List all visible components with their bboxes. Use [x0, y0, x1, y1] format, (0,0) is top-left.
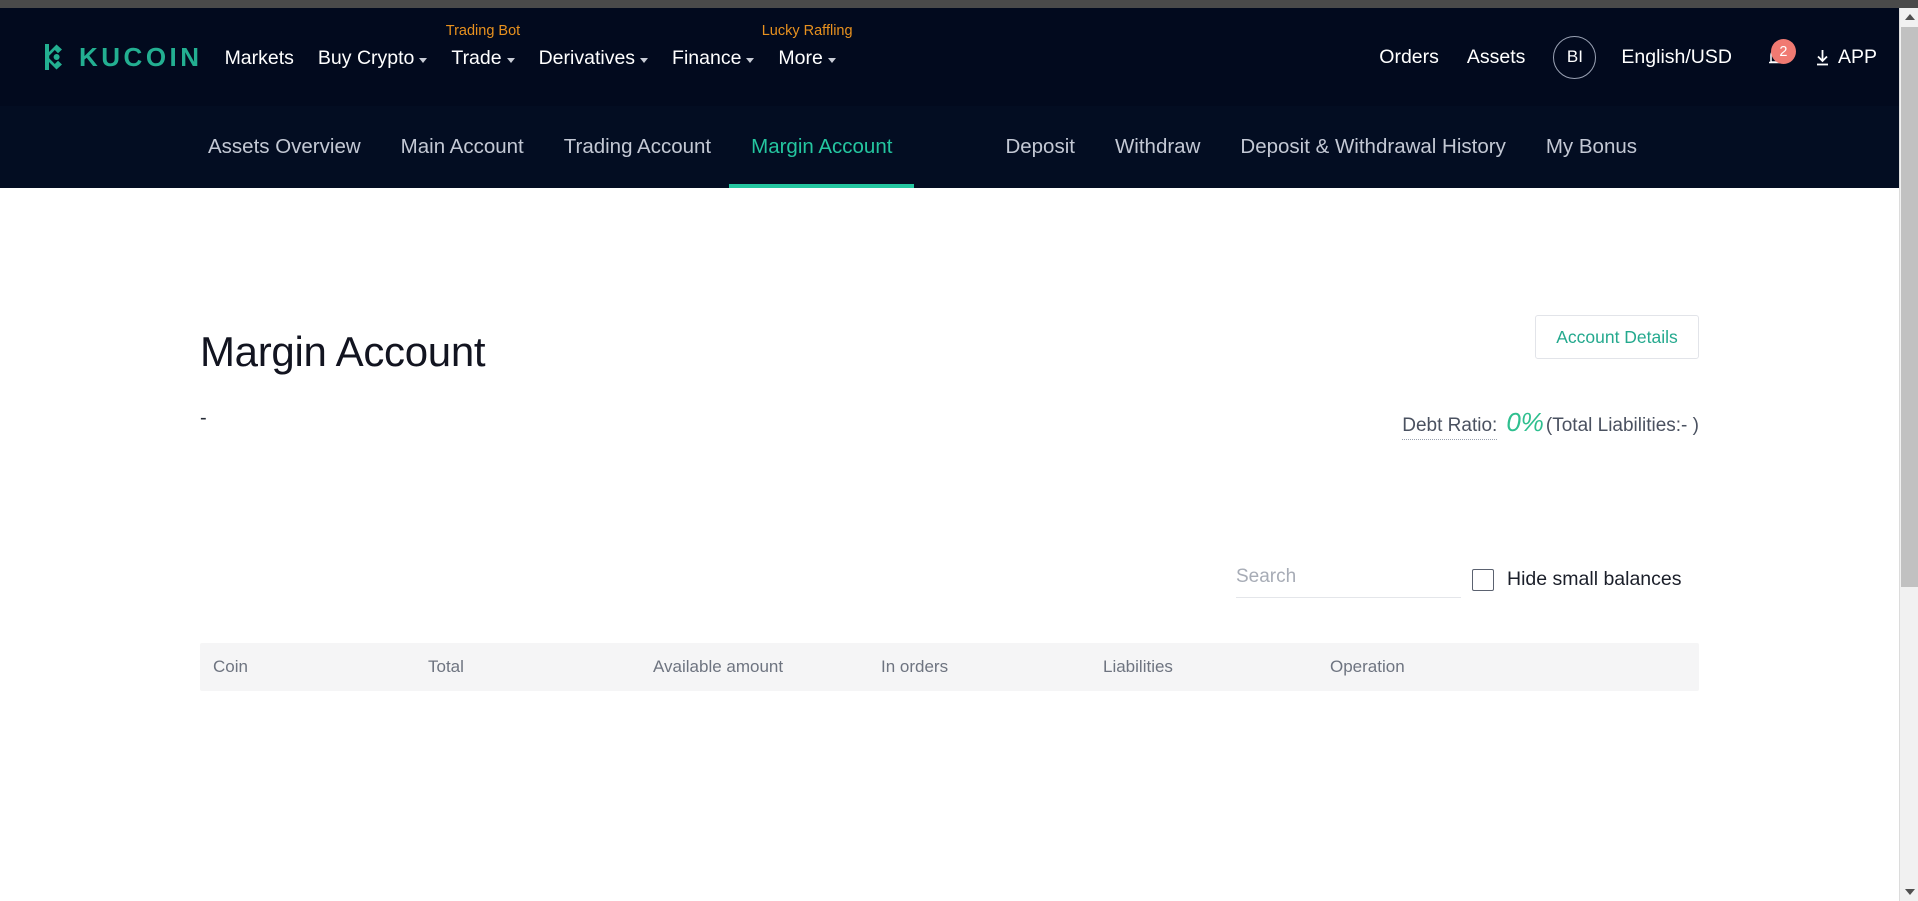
nav-item-finance[interactable]: Finance	[672, 45, 755, 70]
main-navigation: Markets Buy Crypto Trading Bot Trade Der…	[225, 23, 853, 70]
nav-item-trade[interactable]: Trading Bot Trade	[446, 23, 520, 70]
chevron-down-icon	[640, 57, 649, 63]
total-balance-value: -	[200, 407, 207, 429]
subnav-item-assets-overview[interactable]: Assets Overview	[208, 106, 361, 188]
hide-small-balances-label: Hide small balances	[1507, 568, 1682, 590]
column-header-liabilities: Liabilities	[1103, 657, 1173, 676]
nav-item-derivatives[interactable]: Derivatives	[538, 45, 649, 70]
main-content: Margin Account - Account Details Debt Ra…	[0, 188, 1899, 901]
scroll-down-button[interactable]	[1900, 883, 1918, 901]
subnav-left-group: Assets Overview Main Account Trading Acc…	[208, 106, 915, 188]
notification-count-badge: 2	[1770, 39, 1796, 64]
subnav-item-withdraw[interactable]: Withdraw	[1115, 106, 1200, 188]
screen: KUCOIN Markets Buy Crypto Trading Bot Tr…	[0, 0, 1918, 901]
page-body: KUCOIN Markets Buy Crypto Trading Bot Tr…	[0, 8, 1899, 901]
avatar[interactable]: BI	[1553, 35, 1597, 79]
account-details-button[interactable]: Account Details	[1535, 315, 1699, 359]
language-currency-selector[interactable]: English/USD	[1621, 46, 1732, 69]
empty-state	[0, 888, 1899, 901]
hide-small-balances-toggle[interactable]: Hide small balances	[1472, 568, 1682, 591]
nav-label-buy-crypto: Buy Crypto	[317, 46, 415, 69]
search-input[interactable]	[1236, 566, 1461, 598]
column-header-coin: Coin	[213, 657, 248, 676]
nav-item-more[interactable]: Lucky Raffling More	[762, 23, 853, 70]
nav-label-more: More	[778, 46, 823, 69]
subnav-right-group: Deposit Withdraw Deposit & Withdrawal Hi…	[1005, 106, 1637, 188]
avatar-initials: BI	[1566, 47, 1583, 66]
nav-badge-lucky-raffling: Lucky Raffling	[761, 22, 853, 39]
orders-link[interactable]: Orders	[1379, 46, 1439, 69]
nav-item-buy-crypto[interactable]: Buy Crypto	[317, 45, 428, 70]
nav-label-trade: Trade	[451, 46, 502, 69]
chevron-down-icon	[1904, 889, 1915, 895]
column-header-in-orders: In orders	[881, 657, 949, 676]
search-box	[1236, 566, 1461, 598]
app-download-button[interactable]: APP	[1814, 46, 1877, 69]
subnav-item-my-bonus[interactable]: My Bonus	[1546, 106, 1637, 188]
subnav-item-deposit-withdrawal-history[interactable]: Deposit & Withdrawal History	[1240, 106, 1505, 188]
subnav-label-my-bonus: My Bonus	[1545, 135, 1637, 158]
nav-badge-trading-bot: Trading Bot	[445, 22, 521, 39]
kucoin-logo-icon	[45, 44, 62, 70]
subnav-label-assets-overview: Assets Overview	[208, 135, 361, 158]
debt-ratio-value: 0%	[1506, 407, 1544, 437]
assets-table-header: Coin Total Available amount In orders Li…	[200, 643, 1699, 691]
nav-item-markets[interactable]: Markets	[225, 45, 294, 70]
vertical-scrollbar[interactable]	[1899, 8, 1918, 901]
debt-ratio-label[interactable]: Debt Ratio:	[1402, 415, 1498, 440]
nav-label-finance: Finance	[672, 46, 742, 69]
app-label: APP	[1837, 45, 1877, 68]
download-icon	[1816, 49, 1828, 65]
chevron-down-icon	[746, 57, 755, 63]
assets-link[interactable]: Assets	[1467, 46, 1526, 69]
subnav-label-deposit: Deposit	[1005, 135, 1075, 158]
subnav-label-withdraw: Withdraw	[1114, 135, 1201, 158]
hide-small-balances-checkbox[interactable]	[1472, 568, 1494, 591]
subnav-label-main-account: Main Account	[400, 135, 524, 158]
subnav-item-main-account[interactable]: Main Account	[401, 106, 524, 188]
site-header: KUCOIN Markets Buy Crypto Trading Bot Tr…	[0, 8, 1899, 106]
total-liabilities-text: (Total Liabilities:- )	[1545, 415, 1699, 436]
chevron-down-icon	[506, 57, 515, 63]
kucoin-logo-text: KUCOIN	[79, 41, 203, 72]
subnav-item-margin-account[interactable]: Margin Account	[729, 106, 915, 188]
scroll-up-button[interactable]	[1900, 8, 1918, 26]
header-actions: Orders Assets BI English/USD 2 APP	[1379, 8, 1877, 106]
chevron-up-icon	[1904, 14, 1915, 20]
account-subnav: Assets Overview Main Account Trading Acc…	[0, 106, 1899, 188]
nav-label-markets: Markets	[224, 46, 294, 69]
column-header-total: Total	[428, 657, 464, 676]
subnav-item-deposit[interactable]: Deposit	[1005, 106, 1075, 188]
column-header-available-amount: Available amount	[653, 657, 784, 676]
debt-ratio-row: Debt Ratio: 0% (Total Liabilities:- )	[1402, 407, 1699, 440]
subnav-label-trading-account: Trading Account	[563, 135, 712, 158]
page-title: Margin Account	[200, 328, 486, 375]
subnav-item-trading-account[interactable]: Trading Account	[564, 106, 711, 188]
nav-label-derivatives: Derivatives	[538, 46, 636, 69]
subnav-label-margin-account: Margin Account	[751, 135, 893, 158]
kucoin-logo[interactable]: KUCOIN	[36, 40, 203, 74]
notifications-button[interactable]: 2	[1762, 39, 1796, 72]
scrollbar-thumb[interactable]	[1901, 27, 1918, 587]
column-header-operation: Operation	[1330, 657, 1405, 676]
no-data-document-icon	[875, 888, 1025, 901]
subnav-label-deposit-withdrawal-history: Deposit & Withdrawal History	[1240, 135, 1506, 158]
chevron-down-icon	[419, 57, 428, 63]
browser-chrome-strip	[0, 0, 1918, 8]
chevron-down-icon	[827, 57, 836, 63]
